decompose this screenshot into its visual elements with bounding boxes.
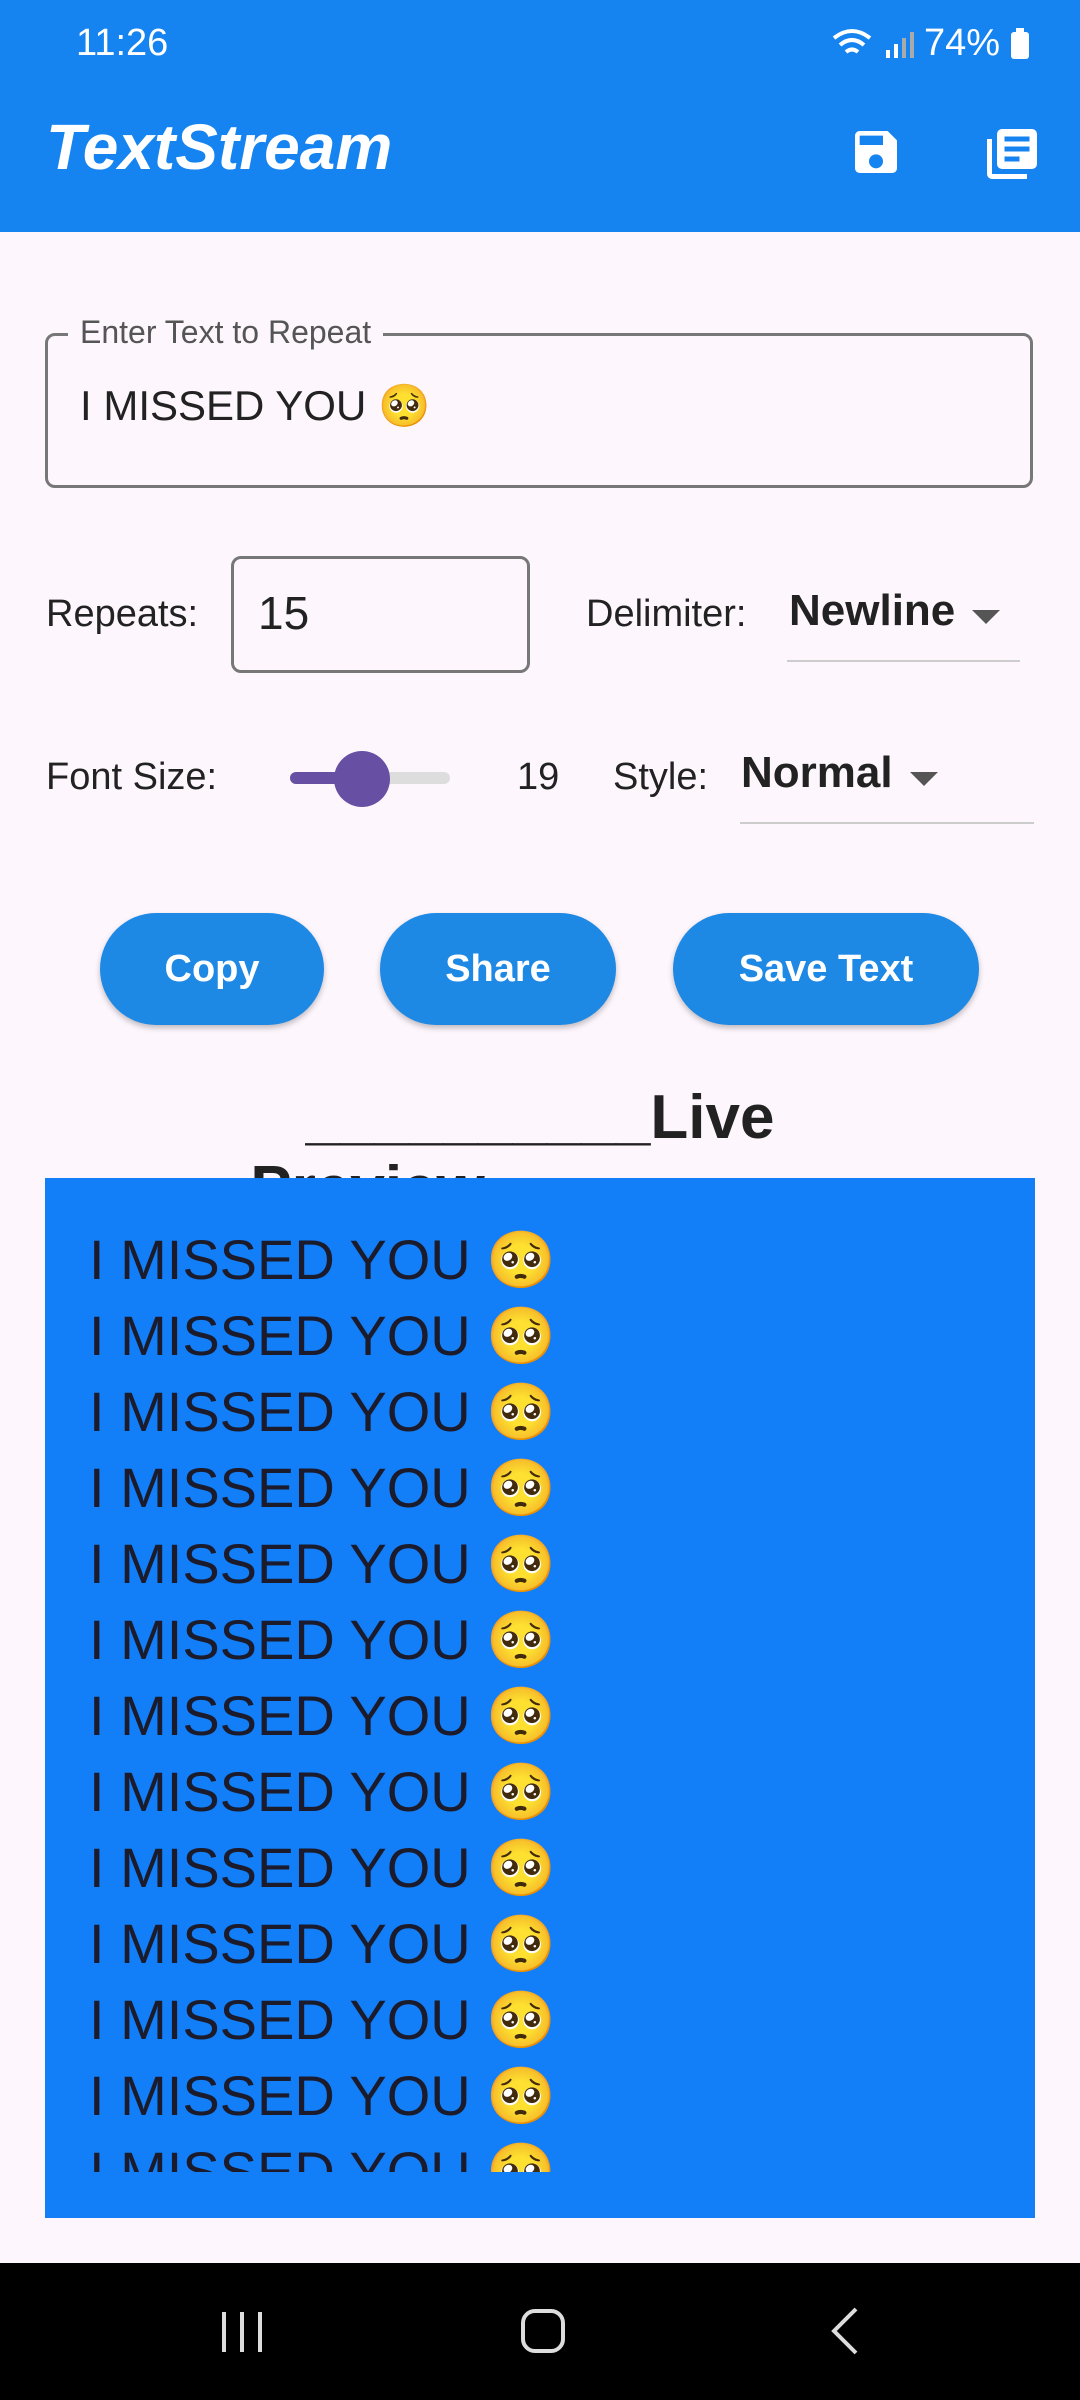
save-text-button[interactable]: Save Text bbox=[673, 913, 979, 1025]
preview-text: I MISSED YOU 🥺 I MISSED YOU 🥺 I MISSED YOU… bbox=[89, 1222, 1015, 2172]
live-preview-panel[interactable]: I MISSED YOU 🥺 I MISSED YOU 🥺 I MISSED YOU… bbox=[45, 1178, 1035, 2218]
style-label: Style: bbox=[613, 756, 709, 798]
font-size-slider-thumb[interactable] bbox=[334, 751, 390, 807]
signal-icon bbox=[885, 31, 914, 58]
text-input-label: Enter Text to Repeat bbox=[68, 314, 384, 351]
copy-button[interactable]: Copy bbox=[100, 913, 324, 1025]
status-time: 11:26 bbox=[76, 22, 169, 64]
library-icon[interactable] bbox=[982, 124, 1042, 184]
back-icon[interactable] bbox=[828, 2306, 862, 2356]
preview-line: I MISSED YOU 🥺 bbox=[89, 1836, 557, 1899]
app-title: TextStream bbox=[46, 111, 393, 183]
repeats-value[interactable]: 15 bbox=[258, 586, 309, 640]
style-value[interactable]: Normal bbox=[741, 748, 893, 798]
preview-line: I MISSED YOU 🥺 bbox=[89, 1228, 557, 1291]
font-size-value: 19 bbox=[517, 756, 560, 798]
font-size-label: Font Size: bbox=[46, 756, 218, 798]
repeats-label: Repeats: bbox=[46, 593, 199, 635]
home-icon[interactable] bbox=[520, 2308, 566, 2354]
caret-down-icon[interactable] bbox=[910, 772, 938, 786]
preview-line: I MISSED YOU 🥺 bbox=[89, 1304, 557, 1367]
save-icon[interactable] bbox=[848, 124, 904, 180]
text-input-value[interactable]: I MISSED YOU 🥺 bbox=[80, 382, 430, 431]
preview-line: I MISSED YOU 🥺 bbox=[89, 1760, 557, 1823]
preview-line: I MISSED YOU 🥺 bbox=[89, 1380, 557, 1443]
battery-percent: 74% bbox=[923, 22, 1000, 64]
share-button[interactable]: Share bbox=[380, 913, 616, 1025]
caret-down-icon[interactable] bbox=[972, 610, 1000, 624]
preview-line: I MISSED YOU 🥺 bbox=[89, 1988, 557, 2051]
wifi-icon bbox=[832, 28, 872, 54]
recents-icon[interactable] bbox=[218, 2310, 266, 2354]
status-icons: 74% bbox=[830, 22, 1030, 65]
preview-line: I MISSED YOU 🥺 bbox=[89, 1456, 557, 1519]
preview-line: I MISSED YOU 🥺 bbox=[89, 1684, 557, 1747]
preview-line: I MISSED YOU 🥺 bbox=[89, 1532, 557, 1595]
preview-line: I MISSED YOU 🥺 bbox=[89, 1912, 557, 1975]
delimiter-label: Delimiter: bbox=[586, 593, 747, 635]
delimiter-value[interactable]: Newline bbox=[789, 586, 955, 636]
battery-icon bbox=[1011, 27, 1029, 59]
preview-line: I MISSED YOU 🥺 bbox=[89, 1608, 557, 1671]
preview-line: I MISSED YOU 🥺 bbox=[89, 2140, 557, 2172]
preview-line: I MISSED YOU 🥺 bbox=[89, 2064, 557, 2127]
